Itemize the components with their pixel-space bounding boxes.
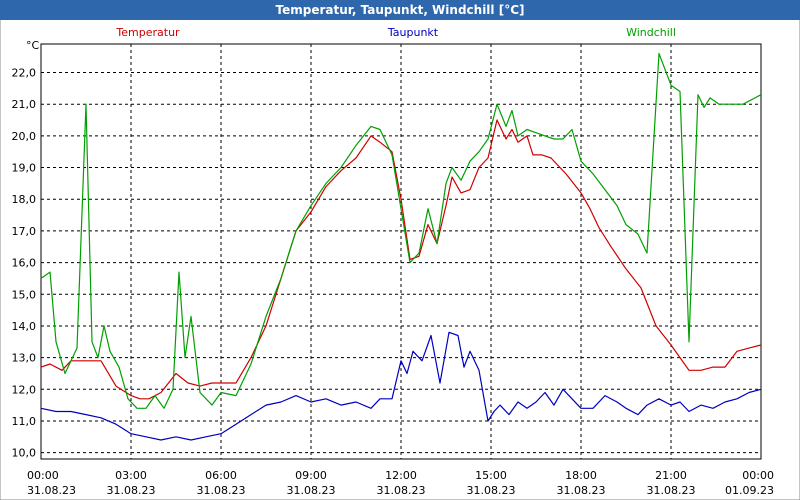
x-tick-date: 31.08.23 [27,484,76,497]
x-tick-time: 00:00 [27,469,59,482]
x-tick-date: 31.08.23 [287,484,336,497]
x-tick-date: 31.08.23 [557,484,606,497]
y-tick-label: 17,0 [12,225,37,238]
x-tick-date: 31.08.23 [107,484,156,497]
x-tick-date: 31.08.23 [377,484,426,497]
temperature-chart: Temperatur, Taupunkt, Windchill [°C] 10,… [0,0,800,500]
y-tick-label: 22,0 [12,67,37,80]
y-tick-label: 14,0 [12,320,37,333]
legend-taupunkt: Taupunkt [387,26,439,39]
legend-temperatur: Temperatur [115,26,180,39]
y-tick-label: 21,0 [12,98,37,111]
y-axis-label: °C [26,39,40,52]
x-tick-date: 31.08.23 [467,484,516,497]
x-tick-time: 12:00 [385,469,417,482]
y-tick-label: 18,0 [12,193,37,206]
x-tick-time: 21:00 [655,469,687,482]
x-tick-time: 03:00 [115,469,147,482]
chart-title: Temperatur, Taupunkt, Windchill [°C] [276,3,525,17]
x-tick-date: 31.08.23 [647,484,696,497]
chart-window: Temperatur, Taupunkt, Windchill [°C] 10,… [0,0,800,500]
window-border [0,0,800,500]
x-tick-time: 09:00 [295,469,327,482]
y-tick-label: 16,0 [12,257,37,270]
y-tick-label: 20,0 [12,130,37,143]
y-tick-label: 13,0 [12,352,37,365]
x-tick-time: 18:00 [565,469,597,482]
y-tick-label: 10,0 [12,447,37,460]
legend-windchill: Windchill [626,26,676,39]
x-tick-time: 15:00 [475,469,507,482]
x-tick-date: 01.09.23 [725,484,774,497]
y-tick-label: 19,0 [12,162,37,175]
y-tick-label: 11,0 [12,415,37,428]
y-tick-label: 12,0 [12,383,37,396]
x-tick-date: 31.08.23 [197,484,246,497]
x-tick-time: 00:00 [742,469,774,482]
x-tick-time: 06:00 [205,469,237,482]
y-tick-label: 15,0 [12,288,37,301]
